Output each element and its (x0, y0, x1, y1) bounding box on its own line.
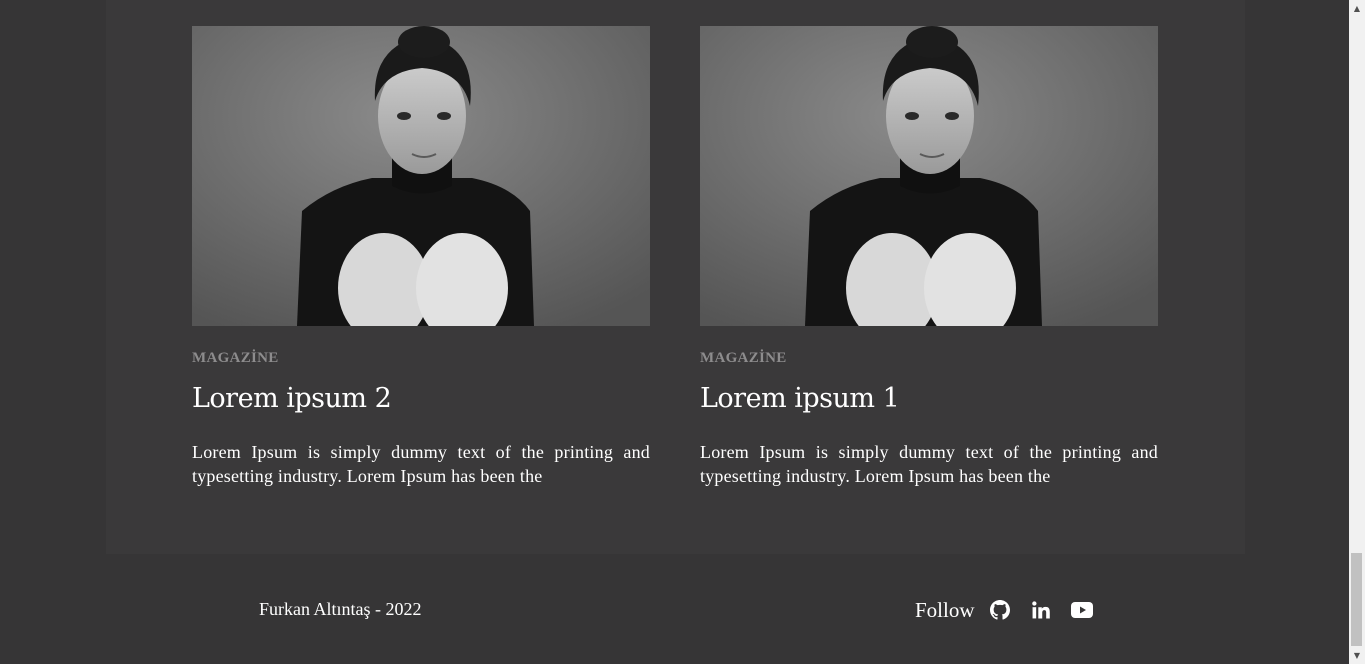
vertical-scrollbar[interactable]: ▲ ▼ (1349, 0, 1365, 664)
article-category: MAGAZİNE (700, 350, 787, 366)
article-card[interactable]: MAGAZİNE Lorem ipsum 1 Lorem Ipsum is si… (700, 26, 1158, 488)
github-link[interactable] (989, 599, 1011, 621)
youtube-icon (1070, 602, 1093, 618)
social-links: Follow (915, 596, 1112, 624)
article-card[interactable]: MAGAZİNE Lorem ipsum 2 Lorem Ipsum is si… (192, 26, 650, 488)
portrait-photo (700, 26, 1158, 326)
article-excerpt: Lorem Ipsum is simply dummy text of the … (700, 442, 1158, 486)
github-icon (989, 600, 1010, 620)
scroll-thumb[interactable] (1351, 553, 1362, 646)
article-excerpt: Lorem Ipsum is simply dummy text of the … (192, 442, 650, 486)
article-image[interactable] (192, 26, 650, 326)
article-title[interactable]: Lorem ipsum 1 (700, 383, 1158, 415)
page: MAGAZİNE Lorem ipsum 2 Lorem Ipsum is si… (0, 0, 1349, 664)
article-image[interactable] (700, 26, 1158, 326)
footer-credit: Furkan Altıntaş - 2022 (259, 599, 422, 619)
youtube-link[interactable] (1070, 599, 1093, 621)
portrait-photo (192, 26, 650, 326)
article-title[interactable]: Lorem ipsum 2 (192, 383, 650, 415)
footer: Furkan Altıntaş - 2022 Follow (0, 554, 1349, 664)
scroll-down-arrow-icon[interactable]: ▼ (1349, 647, 1365, 664)
linkedin-icon (1031, 601, 1050, 619)
article-category: MAGAZİNE (192, 350, 279, 366)
scroll-up-arrow-icon[interactable]: ▲ (1349, 0, 1365, 17)
linkedin-link[interactable] (1030, 599, 1052, 621)
follow-label: Follow (915, 597, 975, 622)
